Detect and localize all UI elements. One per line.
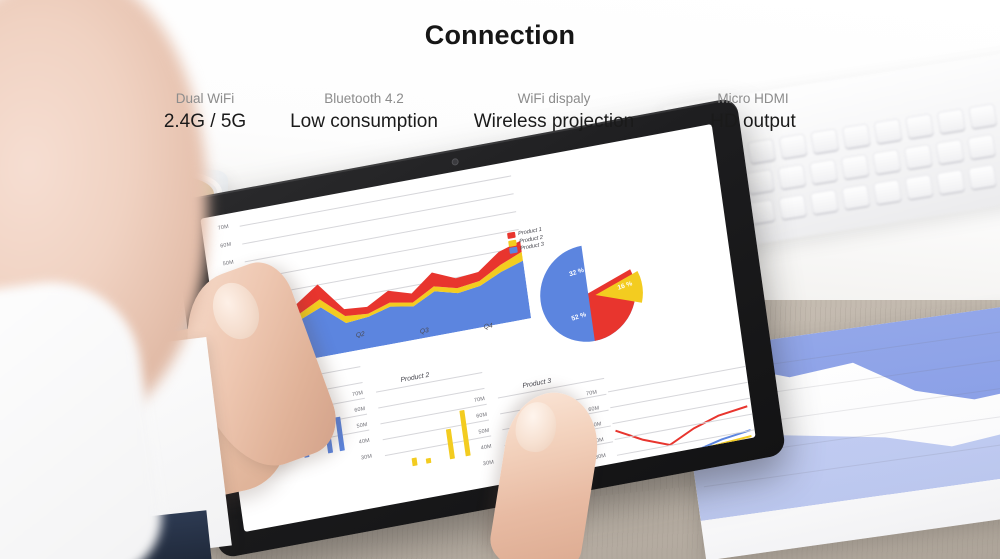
bar2-ytick-70m: 70M	[351, 390, 364, 399]
feature-dual-wifi: Dual WiFi 2.4G / 5G	[125, 90, 285, 136]
bar2-ytick-30m: 30M	[360, 453, 373, 462]
bar3-ytick-70m: 70M	[473, 395, 486, 404]
scene-photo: 70M 60M 50M 40M 30M 20M 10M Q1 Q2 Q3	[0, 0, 1000, 559]
bar-item	[335, 416, 345, 452]
feature-bluetooth: Bluetooth 4.2 Low consumption	[278, 90, 450, 136]
area-xlabel-q4: Q4	[483, 322, 494, 331]
pie-chart: 32 % 16 % 52 %	[526, 231, 657, 356]
bar3-ytick-60m: 60M	[475, 411, 488, 420]
feature-main-label: 2.4G / 5G	[163, 111, 247, 132]
product-banner: 70M 60M 50M 40M 30M 20M 10M Q1 Q2 Q3	[0, 0, 1000, 559]
feature-main-label: HD output	[710, 111, 796, 132]
pie-chart-plot	[540, 245, 643, 342]
legend-swatch-icon	[508, 239, 517, 247]
feature-micro-hdmi: Micro HDMI HD output	[670, 90, 836, 136]
page-title: Connection	[424, 20, 576, 50]
bar2-ytick-40m: 40M	[358, 437, 371, 446]
bar-item	[425, 457, 432, 464]
bar3-ytick-40m: 40M	[480, 443, 493, 452]
bar-item	[411, 457, 418, 467]
bar3-ytick-50m: 50M	[478, 427, 490, 436]
feature-wifi-display: WiFi dispaly Wireless projection	[466, 90, 642, 136]
feature-main-label: Wireless projection	[473, 111, 635, 132]
feature-sub-label: WiFi dispaly	[517, 91, 591, 106]
legend-swatch-icon	[509, 246, 518, 254]
front-camera-icon	[451, 159, 458, 165]
feature-sub-label: Bluetooth 4.2	[324, 91, 404, 106]
legend-swatch-icon	[507, 231, 516, 240]
bar2-ytick-50m: 50M	[356, 421, 369, 430]
bar-item	[459, 409, 471, 457]
feature-sub-label: Dual WiFi	[175, 91, 235, 106]
feature-sub-label: Micro HDMI	[717, 91, 789, 106]
bar-item	[445, 428, 455, 460]
feature-main-label: Low consumption	[290, 111, 438, 132]
bar2-ytick-60m: 60M	[354, 405, 366, 414]
bar3-ytick-30m: 30M	[482, 459, 495, 468]
